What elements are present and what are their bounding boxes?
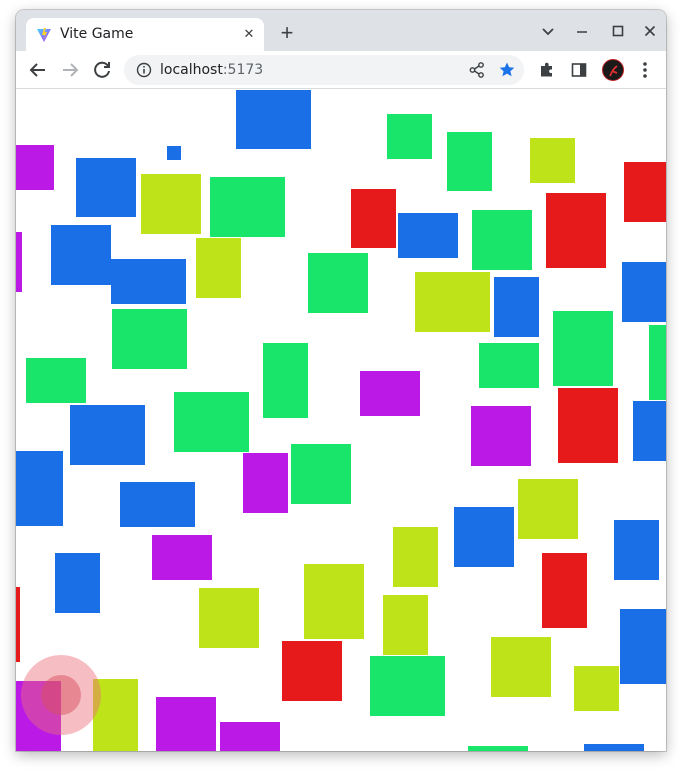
profile-avatar[interactable] [602,59,624,81]
game-box-red [351,189,396,248]
tab-strip: Vite Game ✕ + [16,10,666,51]
game-box-green [263,343,308,418]
game-box-purple [243,453,288,513]
share-icon[interactable] [468,61,486,79]
extensions-puzzle-icon[interactable] [538,61,556,79]
game-box-lime [518,479,578,539]
game-box-lime [393,527,438,587]
game-box-blue [111,259,186,304]
game-box-purple [16,145,54,190]
minimize-icon[interactable] [570,21,594,43]
game-box-lime [141,174,201,234]
maximize-icon[interactable] [606,21,630,43]
game-box-purple [16,232,22,292]
close-window-icon[interactable] [638,21,662,43]
game-box-red [16,587,20,662]
url-port: :5173 [222,62,264,78]
game-canvas[interactable] [16,90,666,751]
game-box-blue [16,451,63,526]
game-box-blue [70,405,145,465]
game-box-purple [360,371,420,416]
tab-search-icon[interactable] [536,21,560,43]
more-menu-icon[interactable] [636,60,654,80]
game-box-blue [633,401,666,461]
game-box-green [308,253,368,313]
game-box-green [210,177,285,237]
game-box-blue [236,90,311,149]
game-box-lime [304,564,364,639]
game-box-blue [76,158,136,217]
game-box-blue [398,213,458,258]
url-host: localhost [160,62,223,78]
game-box-purple [152,535,212,580]
game-box-lime [415,272,490,332]
back-arrow-icon[interactable] [26,58,50,82]
game-box-green [479,343,539,388]
game-box-red [542,553,587,628]
game-box-blue [55,553,100,613]
game-box-green [468,746,528,751]
profile-picture-icon [609,65,618,77]
game-box-green [370,656,445,716]
side-panel-icon[interactable] [570,61,588,79]
game-box-blue [51,225,111,285]
vite-logo-icon [37,28,51,42]
game-box-green [174,392,249,452]
game-box-lime [383,595,428,655]
game-box-blue [614,520,659,580]
game-box-lime [530,138,575,183]
virtual-joystick-knob[interactable] [41,675,81,715]
game-box-lime [574,666,619,711]
game-box-blue [120,482,195,527]
game-box-purple [471,406,531,466]
browser-window: Vite Game ✕ + localhost:5173 [16,10,666,751]
game-box-green [472,210,532,270]
address-bar[interactable]: localhost:5173 [124,55,524,85]
game-box-blue [620,609,666,684]
new-tab-button[interactable]: + [275,22,299,46]
game-box-green [649,325,666,400]
game-box-purple [220,722,280,751]
game-box-green [553,311,613,386]
game-box-red [546,193,606,268]
tab-vite-game[interactable]: Vite Game ✕ [26,18,264,51]
game-box-lime [196,238,241,298]
game-box-lime [491,637,551,697]
tab-title: Vite Game [60,26,134,42]
game-box-green [387,114,432,159]
game-box-green [26,358,86,403]
game-box-red [558,388,618,463]
close-tab-button[interactable]: ✕ [240,25,258,43]
game-box-purple [156,697,216,751]
game-box-blue [622,262,666,322]
game-box-blue [167,146,181,160]
game-box-blue [454,507,514,567]
browser-toolbar: localhost:5173 [16,51,666,89]
game-box-green [447,132,492,191]
game-box-red [282,641,342,701]
forward-arrow-icon[interactable] [58,58,82,82]
game-box-green [291,444,351,504]
game-box-lime [199,588,259,648]
bookmark-star-icon[interactable] [498,61,516,79]
game-box-blue [494,277,539,337]
game-box-blue [584,744,644,751]
reload-icon[interactable] [90,58,114,82]
game-box-green [112,309,187,369]
game-box-red [624,162,666,222]
url-text: localhost:5173 [160,62,263,78]
site-info-icon[interactable] [136,62,152,78]
